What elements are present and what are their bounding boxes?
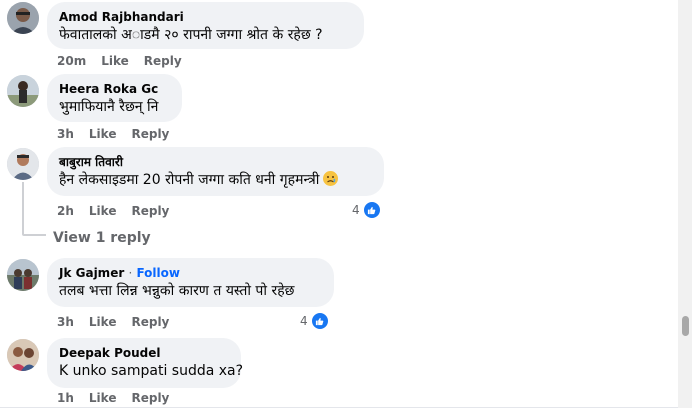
avatar[interactable]	[7, 259, 39, 291]
avatar[interactable]	[7, 148, 39, 180]
comment-author: Jk Gajmer · Follow	[59, 265, 322, 281]
comment-author[interactable]: बाबुराम तिवारी	[59, 154, 372, 170]
comment-time[interactable]: 3h	[57, 127, 74, 141]
separator-dot: ·	[128, 266, 133, 280]
reply-button[interactable]: Reply	[144, 54, 182, 68]
comment-bubble: Deepak Poudel K unko sampati sudda xa?	[47, 338, 244, 388]
comment-time[interactable]: 3h	[57, 315, 74, 329]
reply-button[interactable]: Reply	[131, 315, 169, 329]
like-button[interactable]: Like	[101, 54, 129, 68]
thread-line	[22, 234, 46, 236]
comment-bubble: Jk Gajmer · Follow तलब भत्ता लिन्न भन्नु…	[47, 258, 334, 307]
comment-text-content: हैन लेकसाइडमा 20 रोपनी जग्गा कति धनी गृह…	[59, 172, 320, 188]
comment-author[interactable]: Deepak Poudel	[59, 345, 229, 361]
reply-button[interactable]: Reply	[131, 204, 169, 218]
avatar[interactable]	[7, 339, 39, 371]
scrollbar-thumb[interactable]	[682, 316, 689, 336]
comment-bubble: बाबुराम तिवारी हैन लेकसाइडमा 20 रोपनी जग…	[47, 147, 384, 196]
comment-actions: 3h Like Reply	[57, 315, 184, 329]
comment-text: फेवातालको अाडमै २० रापनी जग्गा श्रोत के …	[59, 27, 323, 43]
reaction-count: 4	[352, 203, 360, 217]
like-button[interactable]: Like	[89, 204, 117, 218]
comment-actions: 1h Like Reply	[57, 391, 184, 405]
reaction-count: 4	[300, 314, 308, 328]
comment-actions: 2h Like Reply	[57, 204, 184, 218]
follow-button[interactable]: Follow	[136, 266, 180, 280]
like-button[interactable]: Like	[89, 391, 117, 405]
avatar[interactable]	[7, 75, 39, 107]
comment-bubble: Heera Roka Gc भुमाफियानै रैछन् नि	[47, 74, 182, 122]
like-button[interactable]: Like	[89, 315, 117, 329]
reply-button[interactable]: Reply	[131, 391, 169, 405]
comment-text: हैन लेकसाइडमा 20 रोपनी जग्गा कति धनी गृह…	[59, 171, 372, 190]
comment-bubble: Amod Rajbhandari फेवातालको अाडमै २० रापन…	[47, 2, 364, 49]
comment-author[interactable]: Amod Rajbhandari	[59, 9, 352, 25]
reaction-summary[interactable]: 4	[300, 312, 329, 330]
comment-time[interactable]: 1h	[57, 391, 74, 405]
comment-author[interactable]: Heera Roka Gc	[59, 81, 170, 97]
like-icon	[310, 312, 329, 330]
reply-button[interactable]: Reply	[131, 127, 169, 141]
comment-time[interactable]: 20m	[57, 54, 86, 68]
comment-actions: 20m Like Reply	[57, 54, 197, 68]
comment-text: तलब भत्ता लिन्न भन्नुको कारण त यस्तो पो …	[59, 283, 295, 299]
like-button[interactable]: Like	[89, 127, 117, 141]
comment-actions: 3h Like Reply	[57, 127, 184, 141]
sad-face-emoji-icon	[323, 171, 339, 186]
avatar[interactable]	[7, 2, 39, 34]
like-icon	[362, 201, 381, 219]
scrollbar[interactable]	[678, 0, 692, 408]
view-replies-link[interactable]: View 1 reply	[53, 230, 151, 246]
comment-time[interactable]: 2h	[57, 204, 74, 218]
comment-text: K unko sampati sudda xa?	[59, 363, 244, 379]
comment-text: भुमाफियानै रैछन् नि	[59, 99, 159, 115]
reaction-summary[interactable]: 4	[352, 201, 381, 219]
comment-author-name[interactable]: Jk Gajmer	[59, 266, 124, 280]
thread-line	[22, 182, 24, 234]
